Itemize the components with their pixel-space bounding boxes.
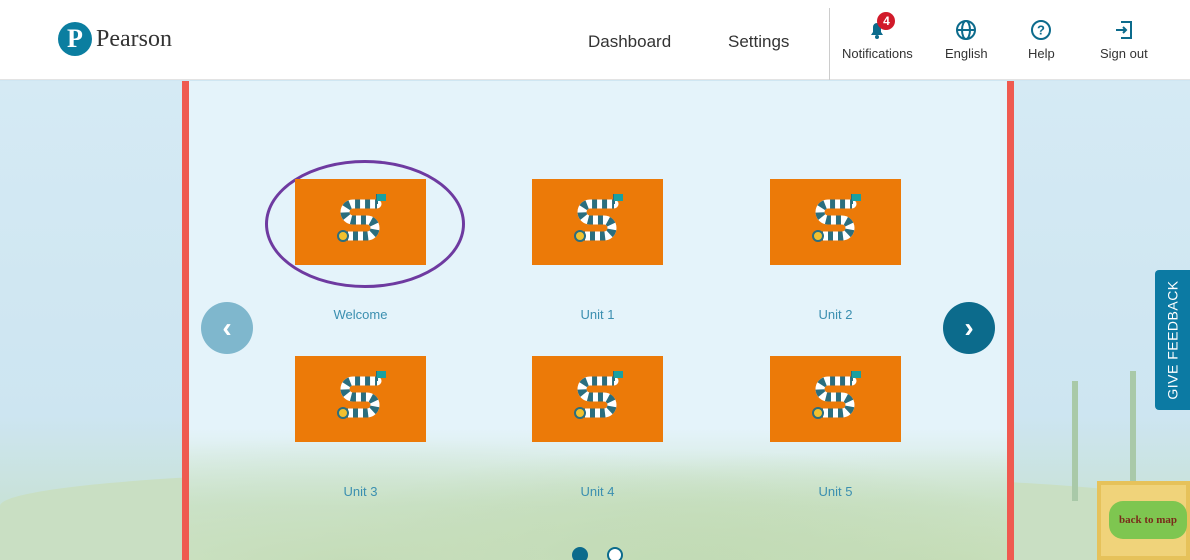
page-dot-2[interactable] bbox=[607, 547, 623, 560]
board-game-path-icon bbox=[568, 367, 628, 432]
help-label: Help bbox=[1028, 46, 1055, 61]
board-game-path-icon bbox=[806, 190, 866, 255]
header-divider bbox=[829, 8, 830, 80]
bell-icon: 4 bbox=[865, 12, 896, 42]
unit-tile[interactable] bbox=[295, 356, 426, 442]
board-game-path-icon bbox=[331, 367, 391, 432]
unit-label[interactable]: Unit 3 bbox=[295, 484, 426, 499]
back-to-map-sign: back to map bbox=[1097, 481, 1190, 560]
board-game-path-icon bbox=[331, 190, 391, 255]
nav-settings[interactable]: Settings bbox=[728, 32, 789, 52]
previous-arrow-button[interactable]: ‹ bbox=[201, 302, 253, 354]
help-button[interactable]: ? Help bbox=[1028, 18, 1055, 61]
page-dot-1[interactable] bbox=[572, 547, 588, 560]
notification-count-badge: 4 bbox=[877, 12, 896, 30]
board-game-path-icon bbox=[806, 367, 866, 432]
pearson-logo-mark: P bbox=[58, 22, 92, 56]
unit-label[interactable]: Unit 4 bbox=[532, 484, 663, 499]
sign-out-button[interactable]: Sign out bbox=[1100, 18, 1148, 61]
notifications-button[interactable]: 4 Notifications bbox=[842, 12, 913, 61]
give-feedback-tab[interactable]: GIVE FEEDBACK bbox=[1155, 270, 1190, 410]
unit-tile[interactable] bbox=[770, 356, 901, 442]
unit-tile[interactable] bbox=[532, 356, 663, 442]
sign-out-label: Sign out bbox=[1100, 46, 1148, 61]
language-button[interactable]: English bbox=[945, 18, 988, 61]
palm-tree bbox=[1072, 381, 1078, 501]
chevron-right-icon: › bbox=[964, 312, 974, 343]
board-game-path-icon bbox=[568, 190, 628, 255]
give-feedback-label: GIVE FEEDBACK bbox=[1165, 280, 1181, 400]
jungle-scene-background: Welcome Unit 1 Unit 2 Unit 3 Unit 4 Unit 5 ‹ … bbox=[0, 81, 1190, 560]
unit-tile[interactable] bbox=[770, 179, 901, 265]
pearson-logo-text: Pearson bbox=[96, 25, 172, 52]
language-label: English bbox=[945, 46, 988, 61]
sign-out-icon bbox=[1113, 18, 1135, 42]
unit-label[interactable]: Unit 1 bbox=[532, 307, 663, 322]
unit-label[interactable]: Unit 5 bbox=[770, 484, 901, 499]
pearson-logo[interactable]: P Pearson bbox=[58, 22, 172, 56]
globe-icon bbox=[955, 18, 977, 42]
top-header: P Pearson Dashboard Settings 4 Notificat… bbox=[0, 0, 1190, 80]
unit-label[interactable]: Welcome bbox=[295, 307, 426, 322]
unit-label[interactable]: Unit 2 bbox=[770, 307, 901, 322]
next-arrow-button[interactable]: › bbox=[943, 302, 995, 354]
svg-text:?: ? bbox=[1037, 23, 1045, 38]
unit-tile[interactable] bbox=[532, 179, 663, 265]
notifications-label: Notifications bbox=[842, 46, 913, 61]
help-icon: ? bbox=[1030, 18, 1052, 42]
back-to-map-button[interactable]: back to map bbox=[1109, 501, 1187, 539]
chevron-left-icon: ‹ bbox=[222, 312, 232, 343]
unit-tile[interactable] bbox=[295, 179, 426, 265]
nav-dashboard[interactable]: Dashboard bbox=[588, 32, 671, 52]
